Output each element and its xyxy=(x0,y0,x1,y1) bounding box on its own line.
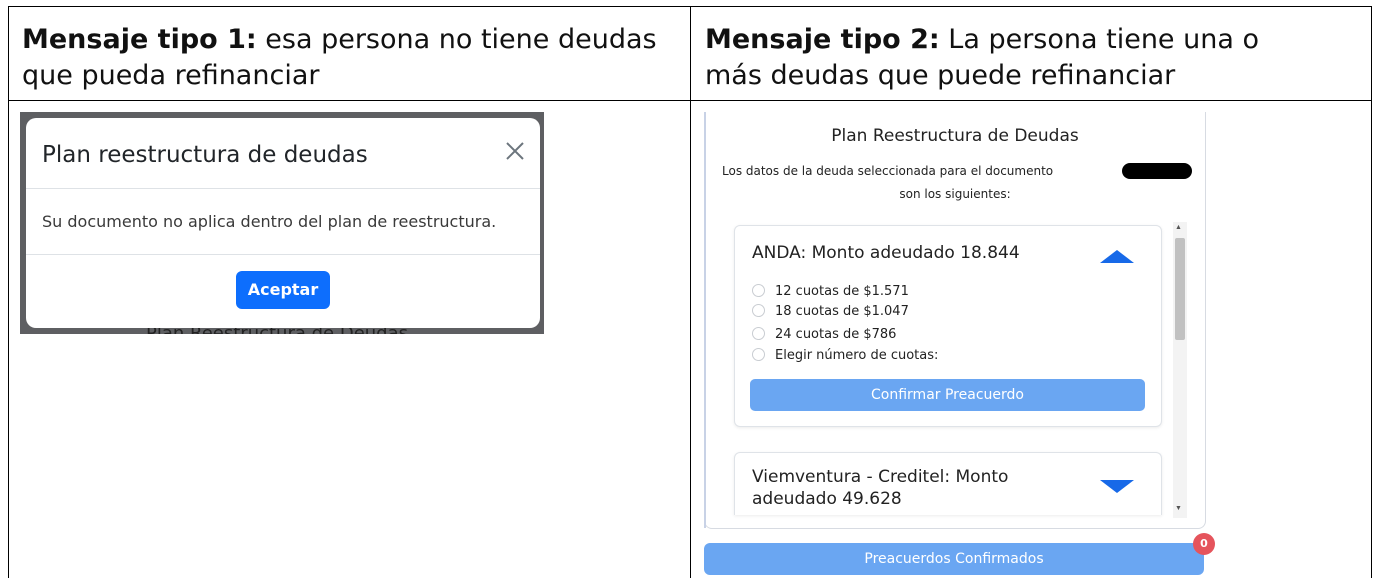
radio-icon[interactable] xyxy=(752,284,765,297)
installment-option-custom[interactable]: Elegir número de cuotas: xyxy=(752,347,938,365)
header-2-bold: Mensaje tipo 2: xyxy=(705,24,940,55)
radio-icon[interactable] xyxy=(752,327,765,340)
header-1-bold: Mensaje tipo 1: xyxy=(22,24,257,55)
option-label: 24 cuotas de $786 xyxy=(775,327,897,342)
installment-option-12[interactable]: 12 cuotas de $1.571 xyxy=(752,283,909,301)
debt-title-line-1: Viemventura - Creditel: Monto xyxy=(752,467,1009,487)
radio-icon[interactable] xyxy=(752,348,765,361)
table-border-left xyxy=(8,6,9,578)
option-label: 12 cuotas de $1.571 xyxy=(775,284,909,299)
table-border-right xyxy=(1371,6,1372,578)
confirm-preacuerdo-button[interactable]: Confirmar Preacuerdo xyxy=(750,379,1145,411)
modal-message: Su documento no aplica dentro del plan d… xyxy=(42,212,497,231)
modal-footer-divider xyxy=(26,254,540,255)
scroll-down-arrow-icon[interactable]: ▼ xyxy=(1175,505,1182,512)
debt-title-anda: ANDA: Monto adeudado 18.844 xyxy=(752,243,1020,263)
table-column-divider xyxy=(690,6,691,578)
scrollbar-thumb[interactable] xyxy=(1175,238,1185,340)
panel-title: Plan Reestructura de Deudas xyxy=(831,126,1079,146)
radio-icon[interactable] xyxy=(752,304,765,317)
panel-description-2: son los siguientes: xyxy=(899,187,1011,201)
panel-edge xyxy=(704,112,706,528)
option-label: Elegir número de cuotas: xyxy=(775,348,939,363)
modal-title: Plan reestructura de deudas xyxy=(42,142,368,168)
accept-button[interactable]: Aceptar xyxy=(236,271,330,309)
installment-option-18[interactable]: 18 cuotas de $1.047 xyxy=(752,303,909,321)
confirmed-count-badge: 0 xyxy=(1193,533,1215,555)
expand-arrow-icon[interactable] xyxy=(1100,480,1134,493)
scroll-up-arrow-icon[interactable]: ▲ xyxy=(1175,224,1182,231)
close-icon[interactable] xyxy=(504,140,526,162)
column-header-type-1: Mensaje tipo 1: esa persona no tiene deu… xyxy=(22,22,682,94)
panel-description: Los datos de la deuda seleccionada para … xyxy=(722,164,1054,178)
modal-header-divider xyxy=(26,188,540,189)
debt-title-line-2: adeudado 49.628 xyxy=(752,489,902,509)
option-label: 18 cuotas de $1.047 xyxy=(775,304,909,319)
reestructura-modal: Plan reestructura de deudas Su documento… xyxy=(26,118,540,328)
column-header-type-2: Mensaje tipo 2: La persona tiene una o m… xyxy=(705,22,1305,94)
preacuerdos-confirmados-button[interactable]: Preacuerdos Confirmados xyxy=(704,543,1204,575)
collapse-arrow-icon[interactable] xyxy=(1100,250,1134,263)
redacted-document-number xyxy=(1122,163,1192,179)
debt-title-viemventura: Viemventura - Creditel: Monto adeudado 4… xyxy=(752,466,1008,510)
installment-option-24[interactable]: 24 cuotas de $786 xyxy=(752,326,896,344)
